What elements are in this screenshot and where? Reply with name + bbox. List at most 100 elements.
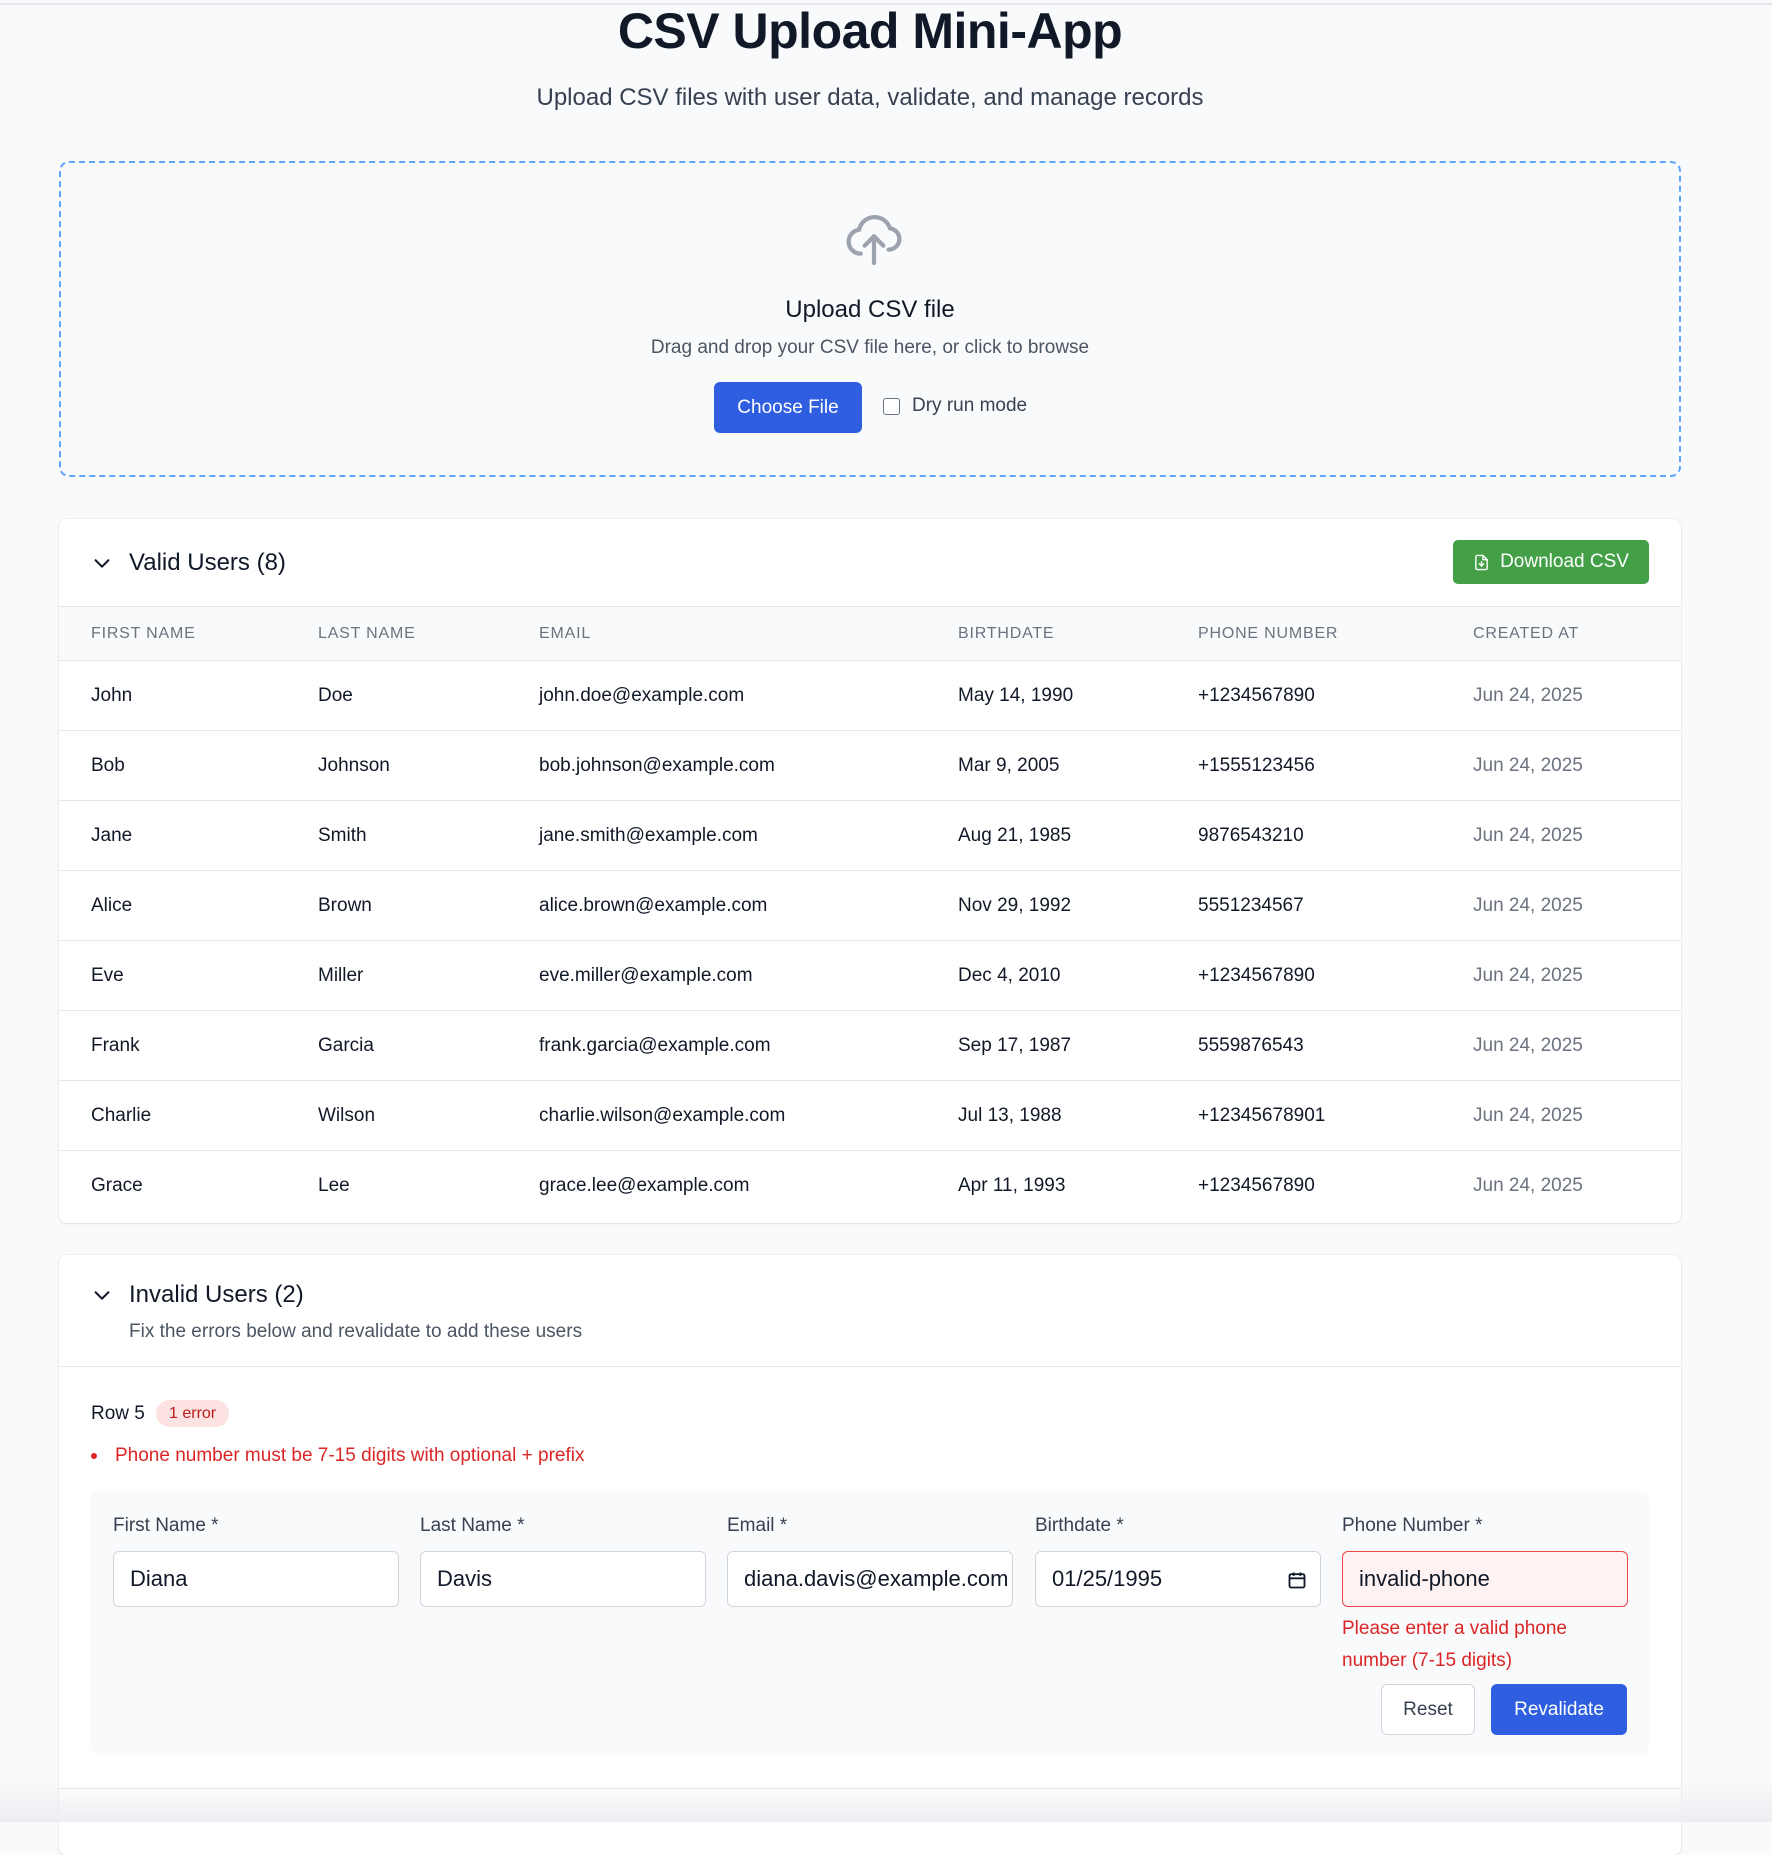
table-cell: charlie.wilson@example.com [539, 1105, 786, 1126]
invalid-row-label: Row 5 [91, 1403, 145, 1424]
table-cell: Wilson [318, 1105, 376, 1126]
first-name-input[interactable]: Diana [113, 1551, 399, 1607]
table-row: Frank Garcia frank.garcia@example.com Sep 1… [59, 1011, 1681, 1081]
table-row: John Doe john.doe@example.com May 14, 1990 +… [59, 661, 1681, 731]
table-cell: Johnson [318, 755, 390, 776]
valid-users-section: Valid Users (8) Download CSV FIRST NAME … [59, 519, 1681, 1223]
first-name-label: First Name * [113, 1515, 219, 1536]
last-name-field: Last Name * Davis [420, 1515, 706, 1607]
error-count-badge: 1 error [156, 1400, 230, 1427]
birthdate-picker[interactable]: 01/25/1995 [1035, 1551, 1321, 1607]
divider [59, 1366, 1681, 1367]
table-cell: Charlie [91, 1105, 152, 1126]
dry-run-checkbox[interactable] [883, 397, 900, 415]
revalidate-button[interactable]: Revalidate [1491, 1684, 1627, 1735]
email-field: Email * diana.davis@example.com [727, 1515, 1013, 1607]
table-cell: Jane [91, 825, 133, 846]
last-name-input[interactable]: Davis [420, 1551, 706, 1607]
birthdate-field: Birthdate * 01/25/1995 [1035, 1515, 1321, 1607]
bullet [91, 1453, 97, 1459]
table-cell: May 14, 1990 [958, 685, 1074, 706]
table-cell: Jun 24, 2025 [1473, 1175, 1583, 1196]
first-name-field: First Name * Diana [113, 1515, 399, 1607]
table-cell: Bob [91, 755, 125, 776]
table-cell: alice.brown@example.com [539, 895, 768, 916]
table-cell: Jun 24, 2025 [1473, 755, 1583, 776]
table-cell: Dec 4, 2010 [958, 965, 1061, 986]
table-cell: eve.miller@example.com [539, 965, 753, 986]
table-cell: Nov 29, 1992 [958, 895, 1072, 916]
invalid-users-section: Invalid Users (2) Fix the errors below a… [59, 1255, 1681, 1855]
table-row: Alice Brown alice.brown@example.com Nov 29,… [59, 871, 1681, 941]
table-cell: Jun 24, 2025 [1473, 1035, 1583, 1056]
email-label: Email * [727, 1515, 788, 1536]
table-cell: bob.johnson@example.com [539, 755, 775, 776]
error-text: Phone number must be 7-15 digits with op… [115, 1445, 585, 1466]
table-cell: jane.smith@example.com [539, 825, 758, 846]
phone-input[interactable]: invalid-phone [1342, 1551, 1628, 1607]
table-cell: +1234567890 [1198, 685, 1315, 706]
table-cell: Jul 13, 1988 [958, 1105, 1062, 1126]
dry-run-toggle[interactable]: Dry run mode [883, 395, 1027, 417]
table-cell: 9876543210 [1198, 825, 1304, 846]
table-cell: +1234567890 [1198, 965, 1315, 986]
column-header[interactable]: FIRST NAME [91, 625, 196, 643]
table-cell: Miller [318, 965, 364, 986]
cloud-upload-icon [846, 214, 902, 266]
csv-dropzone[interactable]: Upload CSV file Drag and drop your CSV f… [59, 161, 1681, 477]
choose-file-button[interactable]: Choose File [714, 382, 862, 433]
column-header[interactable]: EMAIL [539, 625, 591, 643]
invalid-users-title: Invalid Users (2) [129, 1281, 304, 1308]
phone-field: Phone Number * invalid-phone Please ente… [1342, 1515, 1628, 1677]
table-cell: Aug 21, 1985 [958, 825, 1072, 846]
table-cell: Jun 24, 2025 [1473, 685, 1583, 706]
chevron-down-icon[interactable] [91, 552, 113, 574]
table-cell: +1234567890 [1198, 1175, 1315, 1196]
page-title: CSV Upload Mini-App [617, 3, 1123, 59]
table-row: Jane Smith jane.smith@example.com Aug 21, 1… [59, 801, 1681, 871]
table-cell: Smith [318, 825, 367, 846]
table-cell: Grace [91, 1175, 143, 1196]
invalid-users-header[interactable]: Invalid Users (2) [91, 1281, 304, 1309]
valid-users-title: Valid Users (8) [129, 549, 286, 576]
phone-error-text: Please enter a valid phone number (7-15 … [1342, 1618, 1567, 1671]
column-header[interactable]: BIRTHDATE [958, 625, 1054, 643]
table-cell: Sep 17, 1987 [958, 1035, 1072, 1056]
column-header[interactable]: PHONE NUMBER [1198, 625, 1338, 643]
table-cell: John [91, 685, 133, 706]
table-cell: john.doe@example.com [539, 685, 745, 706]
chevron-down-icon[interactable] [91, 1284, 113, 1306]
table-cell: Jun 24, 2025 [1473, 965, 1583, 986]
column-header[interactable]: LAST NAME [318, 625, 416, 643]
column-header[interactable]: CREATED AT [1473, 625, 1579, 643]
table-cell: Apr 11, 1993 [958, 1175, 1066, 1196]
table-cell: 5551234567 [1198, 895, 1304, 916]
edit-user-form: First Name * Diana Last Name * Davis Ema… [91, 1491, 1649, 1755]
table-row: Charlie Wilson charlie.wilson@example.com J… [59, 1081, 1681, 1151]
table-row: Eve Miller eve.miller@example.com Dec 4, 20… [59, 941, 1681, 1011]
download-csv-button[interactable]: Download CSV [1453, 540, 1649, 584]
calendar-icon[interactable] [1287, 1570, 1307, 1590]
table-cell: 5559876543 [1198, 1035, 1304, 1056]
upload-title: Upload CSV file [785, 296, 955, 323]
table-cell: Lee [318, 1175, 350, 1196]
table-cell: +12345678901 [1198, 1105, 1326, 1126]
table-row: Grace Lee grace.lee@example.com Apr 11, 199… [59, 1151, 1681, 1221]
phone-label: Phone Number * [1342, 1515, 1483, 1536]
table-cell: Doe [318, 685, 353, 706]
table-cell: Jun 24, 2025 [1473, 1105, 1583, 1126]
dry-run-label: Dry run mode [912, 395, 1028, 416]
email-input[interactable]: diana.davis@example.com [727, 1551, 1013, 1607]
table-cell: Frank [91, 1035, 140, 1056]
table-cell: Jun 24, 2025 [1473, 825, 1583, 846]
table-cell: Alice [91, 895, 133, 916]
reset-button[interactable]: Reset [1381, 1684, 1475, 1735]
upload-hint: Drag and drop your CSV file here, or cli… [650, 337, 1090, 358]
table-cell: Jun 24, 2025 [1473, 895, 1583, 916]
file-download-icon [1475, 554, 1488, 570]
table-cell: Mar 9, 2005 [958, 755, 1060, 776]
error-message: Phone number must be 7-15 digits with op… [91, 1445, 584, 1467]
valid-users-header[interactable]: Valid Users (8) [91, 549, 286, 577]
page-subtitle: Upload CSV files with user data, validat… [536, 84, 1204, 111]
birthdate-input[interactable]: 01/25/1995 [1035, 1551, 1321, 1607]
